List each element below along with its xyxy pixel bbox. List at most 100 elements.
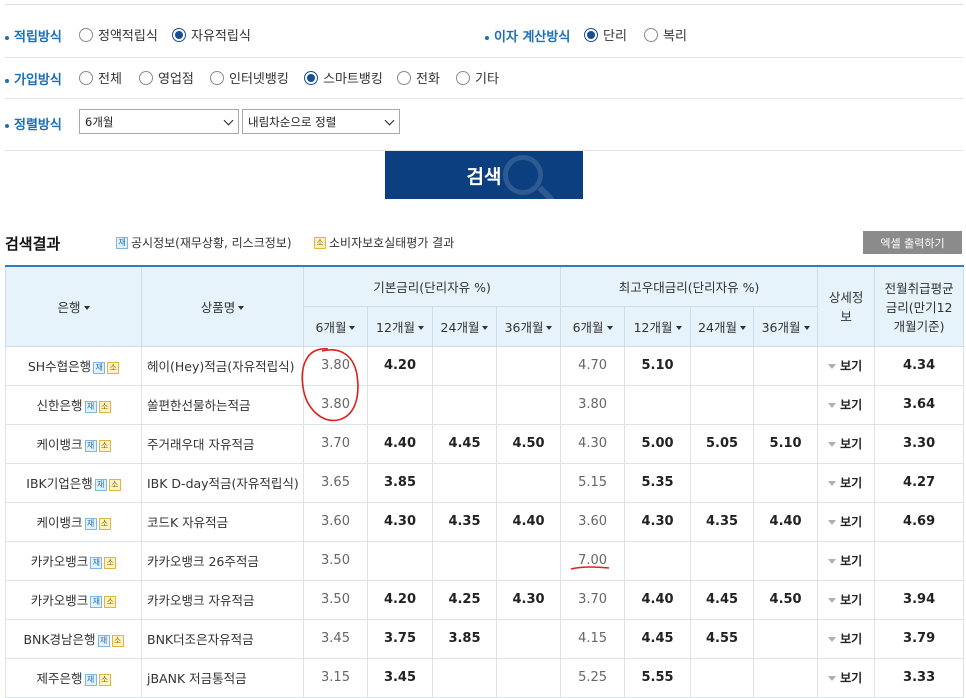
sort-down-icon	[83, 306, 90, 311]
table-row: 카카오뱅크 재 소 카카오뱅크 자유적금 3.50 4.20 4.25 4.30 3.70 4.4…	[5, 579, 965, 620]
header-max-period[interactable]: 24개월	[690, 305, 755, 347]
base-rate-cell	[495, 657, 562, 698]
consumer-badge-icon[interactable]: 소	[98, 517, 111, 530]
detail-button[interactable]: 보기	[817, 657, 876, 698]
savings-fixed-radio[interactable]: 정액적립식	[79, 25, 158, 44]
disclosure-badge-icon[interactable]: 재	[84, 517, 97, 530]
bank-cell[interactable]: 케이뱅크 재 소	[5, 501, 142, 542]
consumer-badge-icon[interactable]: 소	[107, 361, 120, 374]
header-max-period[interactable]: 12개월	[624, 305, 692, 347]
bank-cell[interactable]: 제주은행 재 소	[5, 657, 142, 698]
header-base-period[interactable]: 36개월	[495, 305, 562, 347]
disclosure-badge-icon[interactable]: 재	[93, 361, 106, 374]
sort-down-icon	[417, 326, 424, 330]
savings-free-radio[interactable]: 자유적립식	[172, 25, 251, 44]
consumer-badge-icon[interactable]: 소	[111, 634, 124, 647]
radio-icon[interactable]	[644, 27, 658, 42]
header-max-period[interactable]: 6개월	[560, 305, 626, 347]
product-cell[interactable]: 헤이(Hey)적금(자유적립식)	[141, 345, 304, 386]
detail-button[interactable]: 보기	[817, 384, 876, 425]
product-cell[interactable]: 쏠편한선물하는적금	[141, 384, 304, 425]
bank-cell[interactable]: SH수협은행 재 소	[5, 345, 142, 386]
header-bank[interactable]: 은행	[5, 265, 142, 347]
product-cell[interactable]: IBK D-day적금(자유적립식)	[141, 462, 304, 503]
disclosure-badge-icon[interactable]: 재	[90, 595, 103, 608]
max-rate-cell: 3.70	[560, 579, 626, 620]
disclosure-badge-icon[interactable]: 재	[84, 673, 97, 686]
join-etc-radio[interactable]: 기타	[456, 68, 499, 87]
header-base-period[interactable]: 6개월	[303, 305, 368, 347]
consumer-badge-icon[interactable]: 소	[104, 556, 117, 569]
bank-cell[interactable]: 케이뱅크 재 소	[5, 423, 142, 464]
detail-button[interactable]: 보기	[817, 462, 876, 503]
detail-button[interactable]: 보기	[817, 423, 876, 464]
max-rate-cell	[690, 540, 755, 581]
radio-icon[interactable]	[139, 70, 153, 85]
join-internet-radio[interactable]: 인터넷뱅킹	[210, 68, 289, 87]
product-cell[interactable]: 주거래우대 자유적금	[141, 423, 304, 464]
product-cell[interactable]: 코드K 자유적금	[141, 501, 304, 542]
join-smart-radio[interactable]: 스마트뱅킹	[304, 68, 383, 87]
avg-rate-cell: 3.94	[874, 579, 965, 620]
base-rate-cell: 3.70	[303, 423, 368, 464]
base-rate-cell	[432, 384, 497, 425]
disclosure-badge-icon[interactable]: 재	[94, 478, 107, 491]
search-button[interactable]: 검색	[385, 151, 583, 199]
product-cell[interactable]: 카카오뱅크 자유적금	[141, 579, 304, 620]
bank-cell[interactable]: 카카오뱅크 재 소	[5, 579, 142, 620]
detail-button[interactable]: 보기	[817, 345, 876, 386]
bank-cell[interactable]: 카카오뱅크 재 소	[5, 540, 142, 581]
triangle-down-icon	[828, 364, 837, 369]
radio-icon[interactable]	[397, 70, 411, 85]
disclosure-badge-icon[interactable]: 재	[84, 439, 97, 452]
consumer-badge-icon[interactable]: 소	[108, 478, 121, 491]
radio-icon[interactable]	[79, 27, 93, 42]
avg-rate-cell: 4.69	[874, 501, 965, 542]
max-rate-cell: 5.10	[753, 423, 819, 464]
detail-button[interactable]: 보기	[817, 501, 876, 542]
max-rate-cell: 7.00	[560, 540, 626, 581]
radio-selected-icon[interactable]	[172, 27, 186, 42]
base-rate-cell: 4.30	[495, 579, 562, 620]
join-branch-radio[interactable]: 영업점	[139, 68, 194, 87]
header-product[interactable]: 상품명	[141, 265, 304, 347]
detail-button[interactable]: 보기	[817, 540, 876, 581]
max-rate-cell: 4.50	[753, 579, 819, 620]
period-select[interactable]: 6개월	[79, 109, 239, 134]
header-base-period[interactable]: 24개월	[432, 305, 497, 347]
consumer-badge-icon[interactable]: 소	[98, 400, 111, 413]
radio-selected-icon[interactable]	[304, 70, 318, 85]
bank-cell[interactable]: BNK경남은행 재 소	[5, 618, 142, 659]
detail-button[interactable]: 보기	[817, 618, 876, 659]
radio-icon[interactable]	[79, 70, 93, 85]
header-base-period[interactable]: 12개월	[367, 305, 433, 347]
product-cell[interactable]: 카카오뱅크 26주적금	[141, 540, 304, 581]
radio-icon[interactable]	[210, 70, 224, 85]
consumer-badge-icon[interactable]: 소	[104, 595, 117, 608]
header-max-period[interactable]: 36개월	[753, 305, 819, 347]
disclosure-badge-icon[interactable]: 재	[90, 556, 103, 569]
max-rate-cell	[753, 540, 819, 581]
base-rate-cell: 4.45	[432, 423, 497, 464]
max-rate-cell: 5.35	[624, 462, 692, 503]
detail-button[interactable]: 보기	[817, 579, 876, 620]
interest-compound-radio[interactable]: 복리	[644, 25, 687, 44]
radio-icon[interactable]	[456, 70, 470, 85]
join-all-radio[interactable]: 전체	[79, 68, 122, 87]
consumer-badge-icon[interactable]: 소	[98, 439, 111, 452]
disclosure-badge-icon[interactable]: 재	[84, 400, 97, 413]
consumer-badge-icon[interactable]: 소	[98, 673, 111, 686]
chevron-down-icon	[223, 115, 234, 126]
bank-cell[interactable]: IBK기업은행 재 소	[5, 462, 142, 503]
radio-selected-icon[interactable]	[584, 27, 598, 42]
interest-simple-radio[interactable]: 단리	[584, 25, 627, 44]
sort-down-icon	[803, 326, 810, 330]
product-cell[interactable]: jBANK 저금통적금	[141, 657, 304, 698]
bank-cell[interactable]: 신한은행 재 소	[5, 384, 142, 425]
disclosure-badge-icon[interactable]: 재	[97, 634, 110, 647]
results-table: 은행 상품명 기본금리(단리자유 %) 최고우대금리(단리자유 %) 상세정보 …	[5, 265, 965, 698]
order-select[interactable]: 내림차순으로 정렬	[242, 109, 400, 134]
product-cell[interactable]: BNK더조은자유적금	[141, 618, 304, 659]
excel-export-button[interactable]: 엑셀 출력하기	[863, 231, 962, 254]
join-phone-radio[interactable]: 전화	[397, 68, 440, 87]
